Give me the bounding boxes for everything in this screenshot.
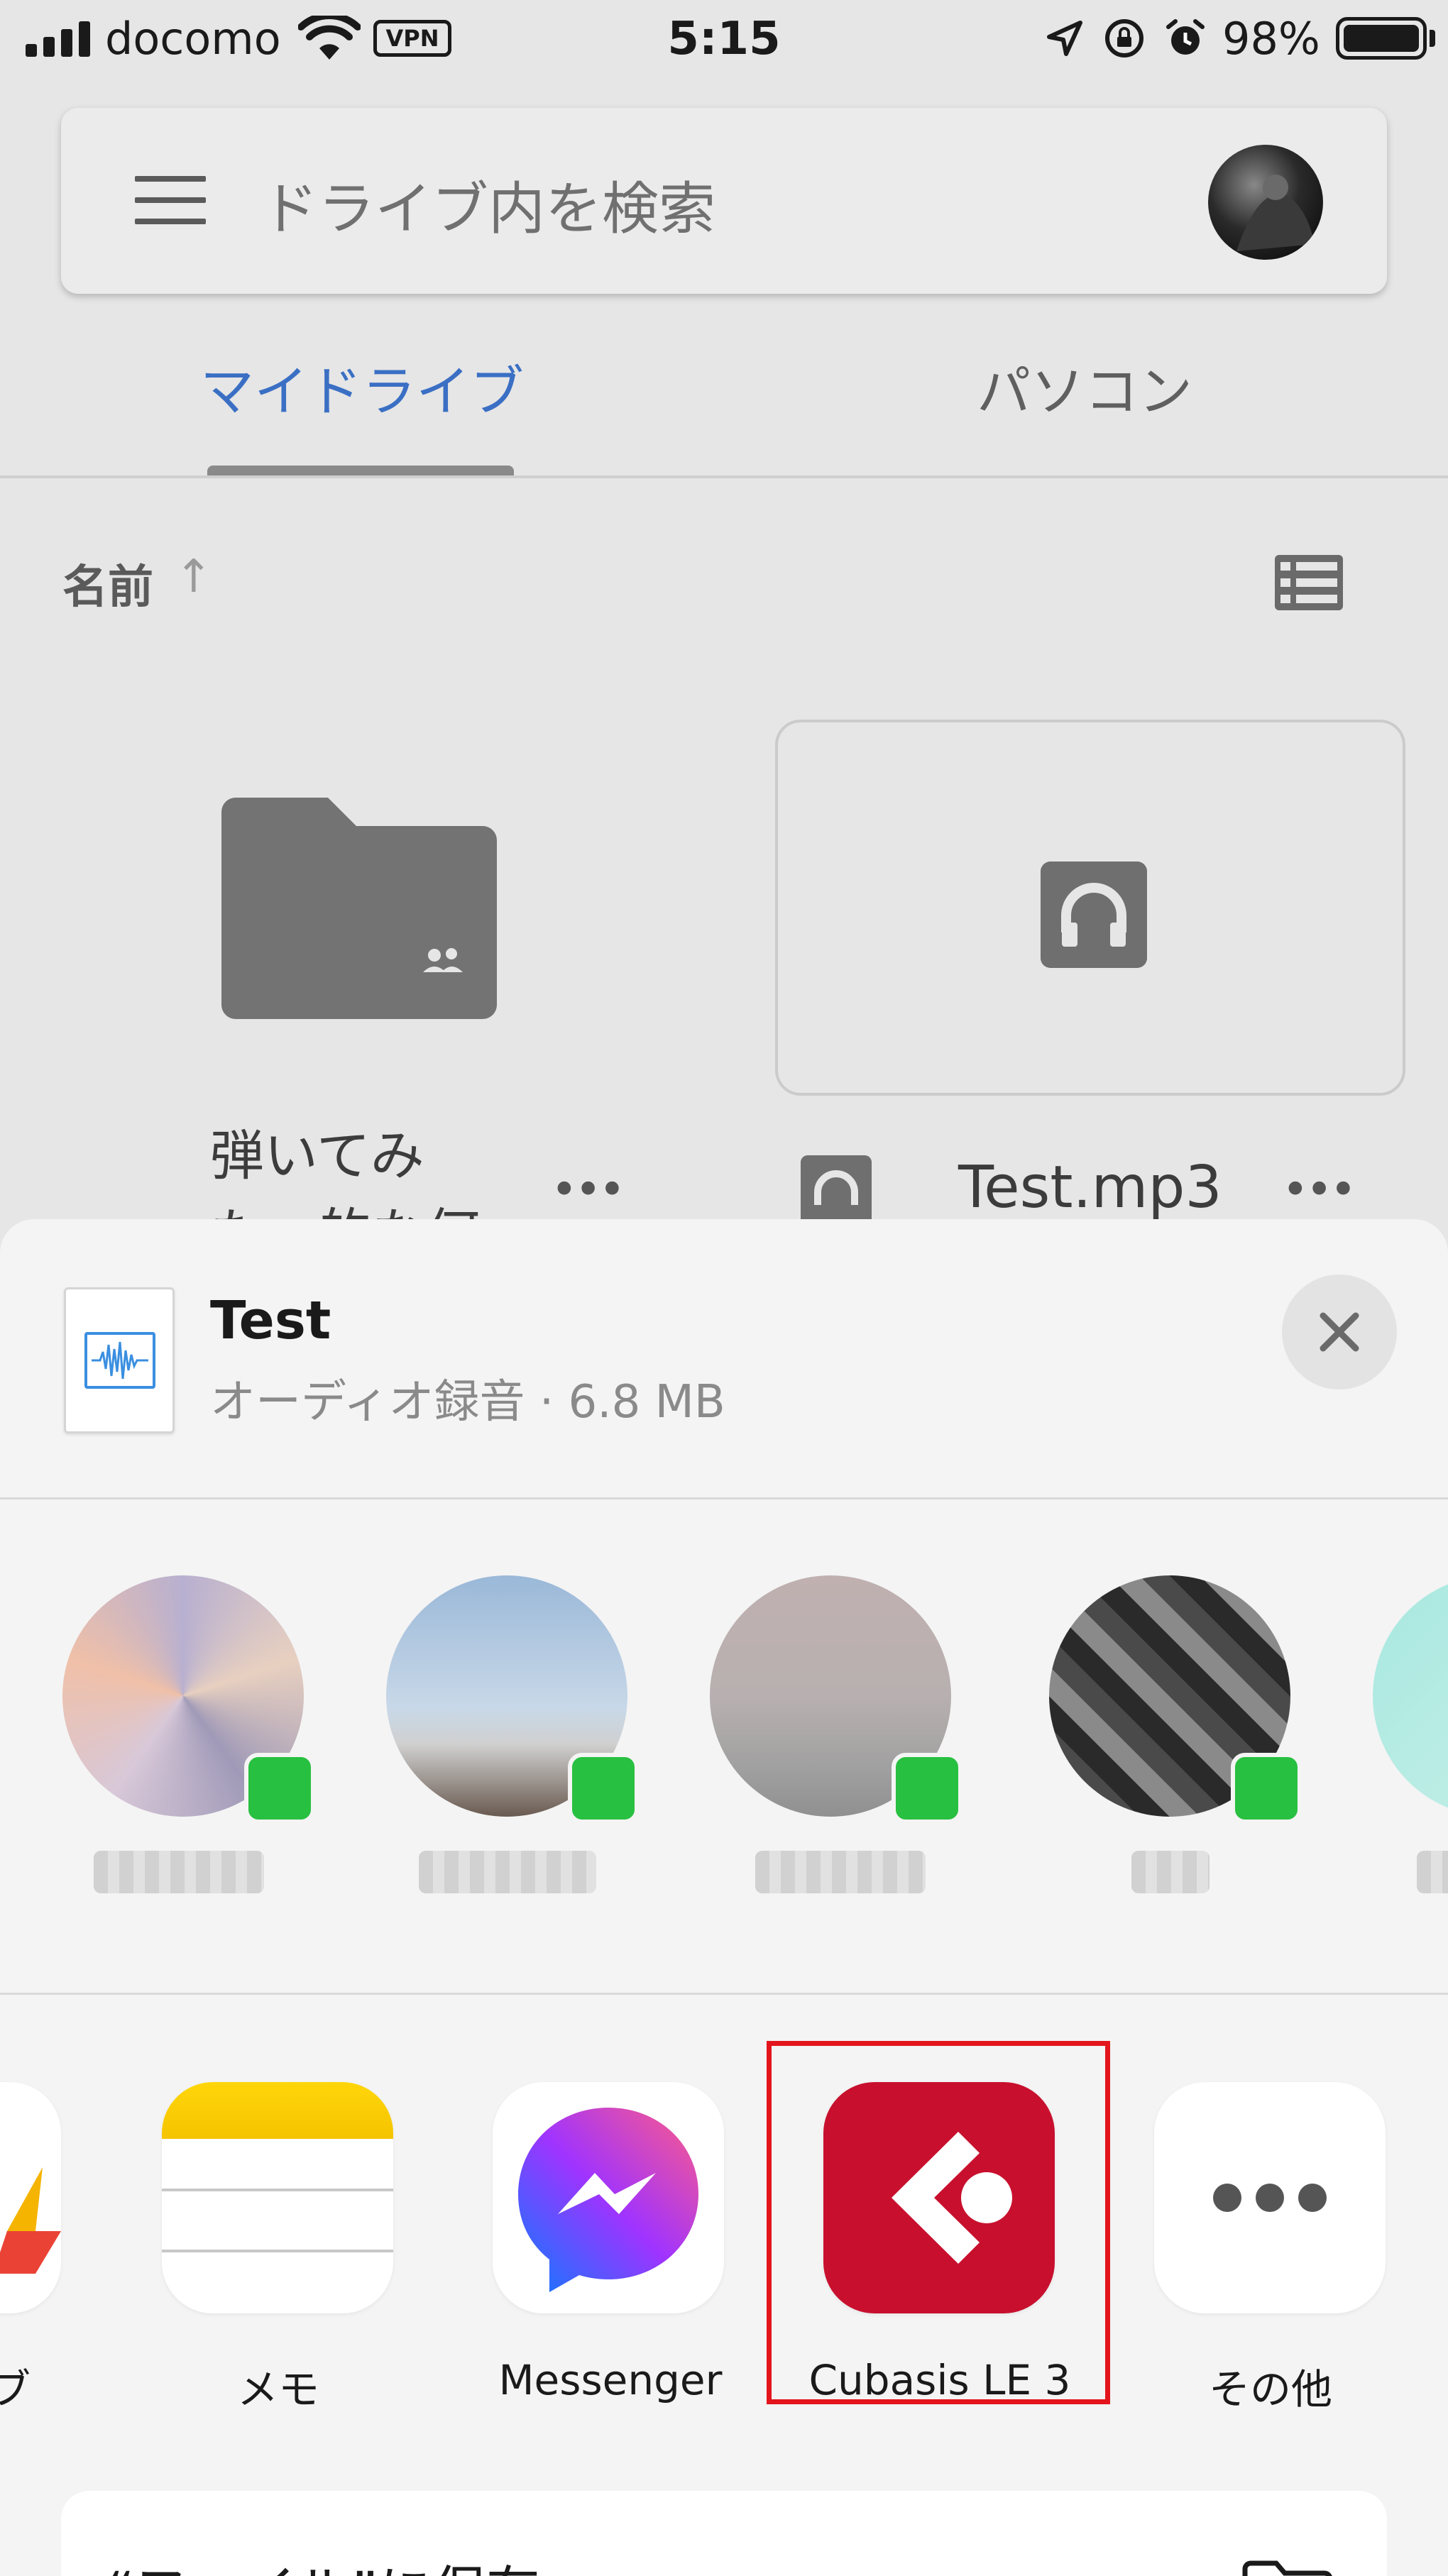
line-app-badge	[568, 1753, 639, 1824]
contact-suggestion[interactable]	[62, 1575, 315, 1824]
shared-file-subtitle: オーディオ録音 · 6.8 MB	[210, 1376, 725, 1429]
save-to-files-action[interactable]: “ファイル”に保存	[61, 2491, 1387, 2576]
folder-icon	[1242, 2560, 1332, 2576]
contact-suggestion[interactable]	[1373, 1575, 1448, 1817]
shared-file-title: Test	[210, 1290, 331, 1351]
contact-name-blurred	[94, 1851, 264, 1893]
battery-percentage: 98%	[1222, 13, 1320, 65]
alarm-icon	[1166, 19, 1205, 55]
search-bar[interactable]: ドライブ内を検索	[61, 108, 1387, 294]
tab-indicator	[207, 466, 514, 475]
app-label: その他	[1208, 2365, 1332, 2413]
location-arrow-icon	[1047, 21, 1082, 56]
battery-icon	[1336, 17, 1427, 60]
app-label: メモ	[236, 2365, 319, 2413]
tab-my-drive[interactable]: マイドライブ	[200, 348, 524, 426]
folder-name[interactable]: 弾いてみた・的な何か	[210, 1117, 522, 1222]
file-name[interactable]: Test.mp3	[958, 1154, 1222, 1221]
divider	[0, 1497, 1448, 1499]
contact-name-blurred	[755, 1851, 926, 1893]
file-thumbnail[interactable]	[775, 720, 1405, 1096]
tab-computers[interactable]: パソコン	[977, 348, 1192, 426]
close-icon	[1320, 1312, 1359, 1352]
contact-suggestion[interactable]	[386, 1575, 639, 1824]
sort-arrow-up-icon[interactable]: ↑	[175, 551, 213, 603]
account-avatar[interactable]	[1208, 145, 1323, 260]
contact-name-blurred	[419, 1851, 596, 1893]
contact-name-blurred	[1131, 1851, 1210, 1893]
rotation-lock-icon	[1105, 19, 1143, 57]
sort-by-name-button[interactable]: 名前	[62, 551, 153, 616]
line-app-badge	[1231, 1753, 1302, 1824]
folder-more-options-icon[interactable]: •••	[551, 1164, 625, 1216]
line-app-badge	[244, 1753, 315, 1824]
audio-document-icon	[64, 1287, 175, 1433]
close-button[interactable]	[1282, 1275, 1397, 1389]
shared-folder-icon[interactable]	[221, 798, 497, 1019]
menu-icon[interactable]	[135, 176, 206, 224]
search-input[interactable]: ドライブ内を検索	[261, 163, 715, 246]
divider	[0, 1993, 1448, 1995]
app-more[interactable]	[1154, 2082, 1386, 2313]
app-label: Messenger	[498, 2356, 723, 2404]
contact-suggestion[interactable]	[710, 1575, 962, 1824]
app-google-drive[interactable]	[0, 2082, 61, 2313]
line-app-badge	[892, 1753, 962, 1824]
audio-file-type-icon	[801, 1155, 872, 1226]
more-icon	[1213, 2184, 1327, 2212]
contact-suggestion[interactable]	[1049, 1575, 1302, 1824]
contact-name-blurred	[1417, 1851, 1448, 1893]
app-notes[interactable]	[162, 2082, 393, 2313]
divider	[0, 475, 1448, 478]
highlight-box	[767, 2041, 1110, 2404]
file-more-options-icon[interactable]: •••	[1282, 1164, 1356, 1216]
status-bar: docomo VPN 5:15 98%	[0, 0, 1448, 78]
share-sheet: Test オーディオ録音 · 6.8 MB ブ メモ Messenger Cub…	[0, 1219, 1448, 2576]
save-to-files-label: “ファイル”に保存	[106, 2548, 540, 2576]
app-messenger[interactable]	[493, 2082, 724, 2313]
list-view-icon[interactable]	[1275, 555, 1343, 610]
headphones-icon	[1041, 862, 1147, 968]
